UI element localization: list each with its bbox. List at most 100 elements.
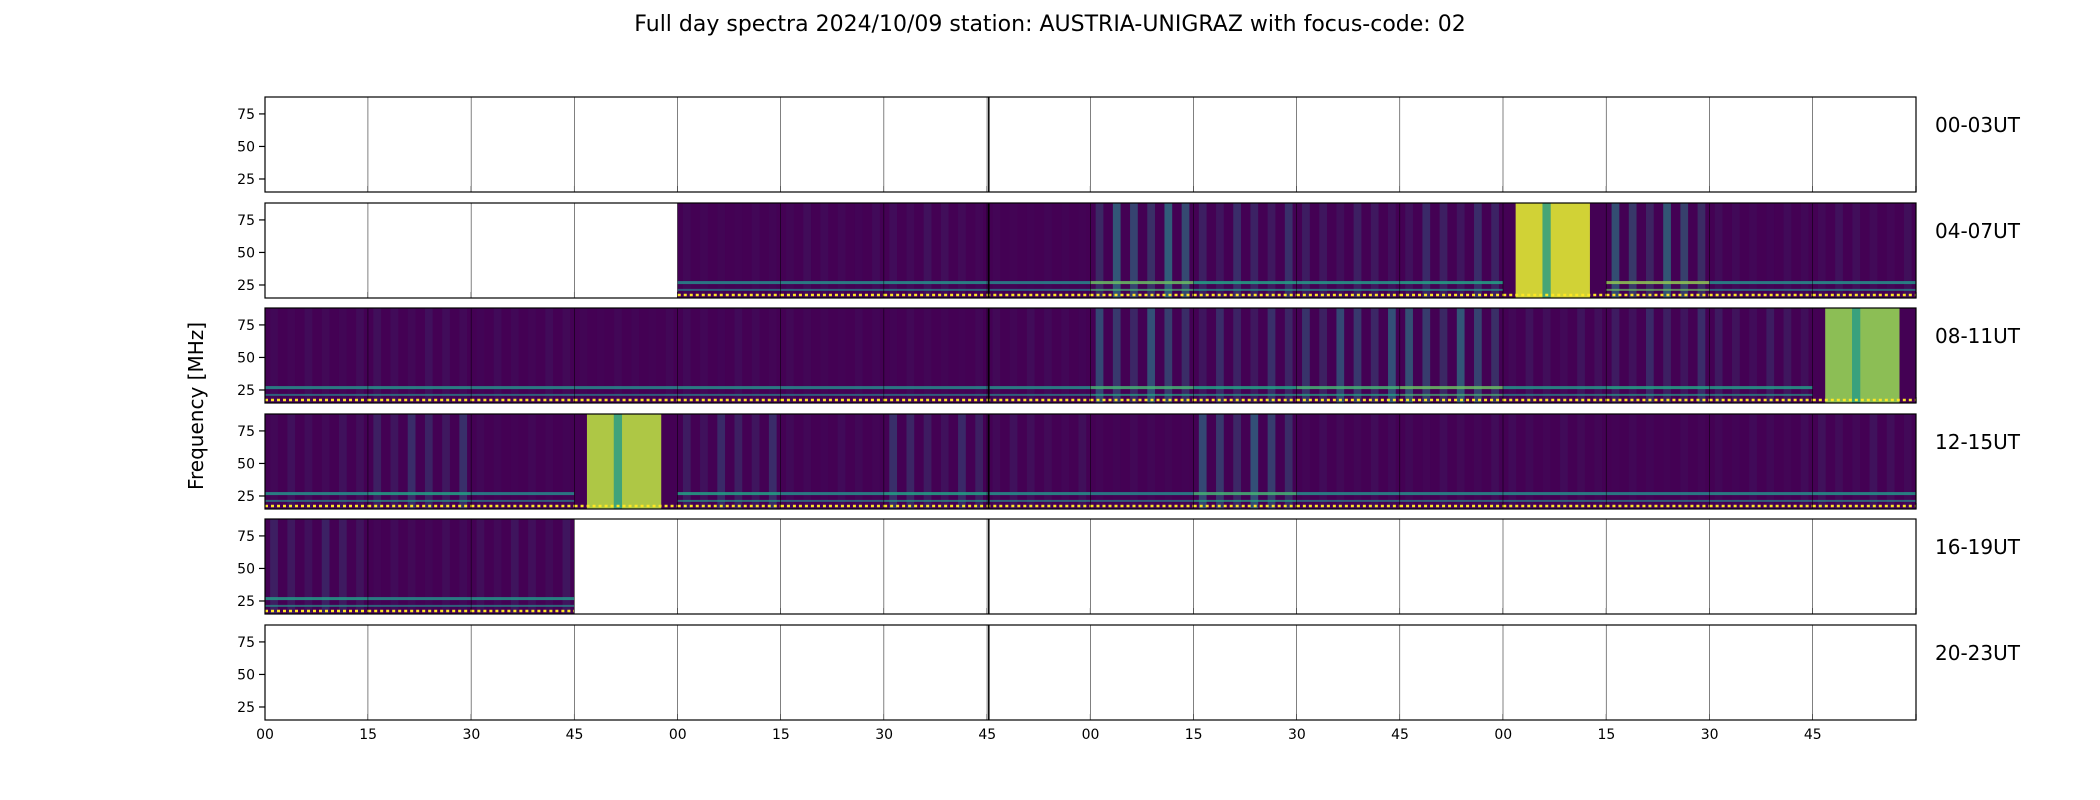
y-tick-label: 75 <box>237 529 255 545</box>
interference-band <box>1090 492 1194 496</box>
spectrogram-cell <box>1606 97 1710 192</box>
spectrogram-cell <box>677 97 781 192</box>
spectrogram-cell <box>265 97 369 192</box>
spectrogram-cell <box>1400 97 1504 192</box>
y-tick-label: 75 <box>237 424 255 440</box>
interference-band <box>780 386 885 390</box>
interference-band <box>1812 499 1916 502</box>
interference-band <box>1193 492 1297 496</box>
spectra-row: 75 50 25 16-19UT <box>237 518 2021 615</box>
spectrogram-cell <box>368 203 472 298</box>
interference-band <box>1090 386 1194 390</box>
spectra-row: 75 50 25 04-07UT <box>237 202 2021 299</box>
interference-band <box>987 492 1091 496</box>
spectrogram-cell <box>1296 97 1401 192</box>
spectrogram-cell <box>574 625 678 720</box>
interference-band <box>471 492 575 496</box>
x-tick-label: 30 <box>1701 727 1719 743</box>
x-tick-label: 45 <box>978 727 996 743</box>
interference-band <box>1296 393 1401 396</box>
interference-band <box>677 492 781 496</box>
spectrogram-cell <box>884 97 988 192</box>
interference-band <box>780 499 885 502</box>
interference-band <box>1606 393 1710 396</box>
interference-band <box>265 492 369 496</box>
interference-band <box>1193 386 1297 390</box>
interference-band <box>368 492 472 496</box>
spectra-panels: 75502500-03UT75502504-07UT75502508-11UT7… <box>237 96 2021 743</box>
x-tick-label: 15 <box>1598 727 1616 743</box>
interference-band <box>677 393 781 396</box>
spectrogram-cell <box>1709 519 1813 614</box>
spectrogram-cell <box>368 625 472 720</box>
interference-band <box>1193 281 1297 285</box>
interference-band <box>780 288 885 291</box>
interference-band <box>265 386 369 390</box>
x-tick-label: 45 <box>1804 727 1822 743</box>
y-tick-label: 25 <box>237 383 255 399</box>
spectrogram-cell <box>1503 519 1607 614</box>
row-time-label: 16-19UT <box>1935 535 2021 559</box>
interference-band <box>1503 492 1607 496</box>
spectrogram-cell <box>987 625 1091 720</box>
x-tick-label: 00 <box>669 727 687 743</box>
interference-band <box>1296 499 1401 502</box>
x-tick-label: 30 <box>875 727 893 743</box>
interference-band <box>265 393 369 396</box>
x-tick-label: 45 <box>1391 727 1409 743</box>
spectrogram-cell <box>1090 519 1194 614</box>
interference-band <box>1400 386 1504 390</box>
x-tick-label: 15 <box>1185 727 1203 743</box>
spectrogram-cell <box>471 97 575 192</box>
spectrogram-cell <box>1812 519 1916 614</box>
interference-band <box>1606 288 1710 291</box>
y-tick-label: 75 <box>237 318 255 334</box>
interference-band <box>1503 386 1607 390</box>
interference-band <box>368 393 472 396</box>
y-tick-label: 50 <box>237 667 255 683</box>
interference-band <box>1400 492 1504 496</box>
x-tick-label: 00 <box>256 727 274 743</box>
spectrogram-cell <box>574 519 678 614</box>
spectrogram-cell <box>1400 625 1504 720</box>
spectrogram-cell <box>987 97 1091 192</box>
interference-band <box>1709 393 1813 396</box>
intensity-block <box>1825 308 1900 403</box>
interference-band <box>884 492 988 496</box>
y-tick-label: 75 <box>237 213 255 229</box>
intensity-stripe <box>1852 308 1861 403</box>
x-tick-label: 30 <box>462 727 480 743</box>
spectrogram-cell <box>1812 625 1916 720</box>
spectrogram-cell <box>1400 519 1504 614</box>
interference-band <box>1296 288 1401 291</box>
spectrogram-cell <box>265 203 369 298</box>
interference-band <box>471 597 575 601</box>
interference-band <box>1812 281 1916 285</box>
interference-band <box>987 281 1091 285</box>
interference-band <box>1400 499 1504 502</box>
spectrogram-cell <box>677 625 781 720</box>
interference-band <box>265 499 369 502</box>
interference-band <box>1400 393 1504 396</box>
x-tick-label: 00 <box>1082 727 1100 743</box>
interference-band <box>1296 281 1401 285</box>
interference-band <box>574 386 678 390</box>
spectrogram-cell <box>1193 625 1297 720</box>
y-tick-label: 25 <box>237 172 255 188</box>
x-tick-label: 00 <box>1494 727 1512 743</box>
row-time-label: 12-15UT <box>1935 430 2021 454</box>
interference-band <box>780 393 885 396</box>
spectrogram-cell <box>1709 97 1813 192</box>
y-tick-label: 25 <box>237 278 255 294</box>
spectrogram-cell <box>471 203 575 298</box>
spectrogram-cell <box>1503 625 1607 720</box>
x-tick-label: 15 <box>772 727 790 743</box>
spectrogram-cell <box>780 97 885 192</box>
interference-band <box>574 393 678 396</box>
interference-band <box>1606 499 1710 502</box>
row-time-label: 04-07UT <box>1935 219 2021 243</box>
interference-band <box>884 288 988 291</box>
interference-band <box>677 288 781 291</box>
y-tick-label: 50 <box>237 561 255 577</box>
row-time-label: 20-23UT <box>1935 641 2021 665</box>
